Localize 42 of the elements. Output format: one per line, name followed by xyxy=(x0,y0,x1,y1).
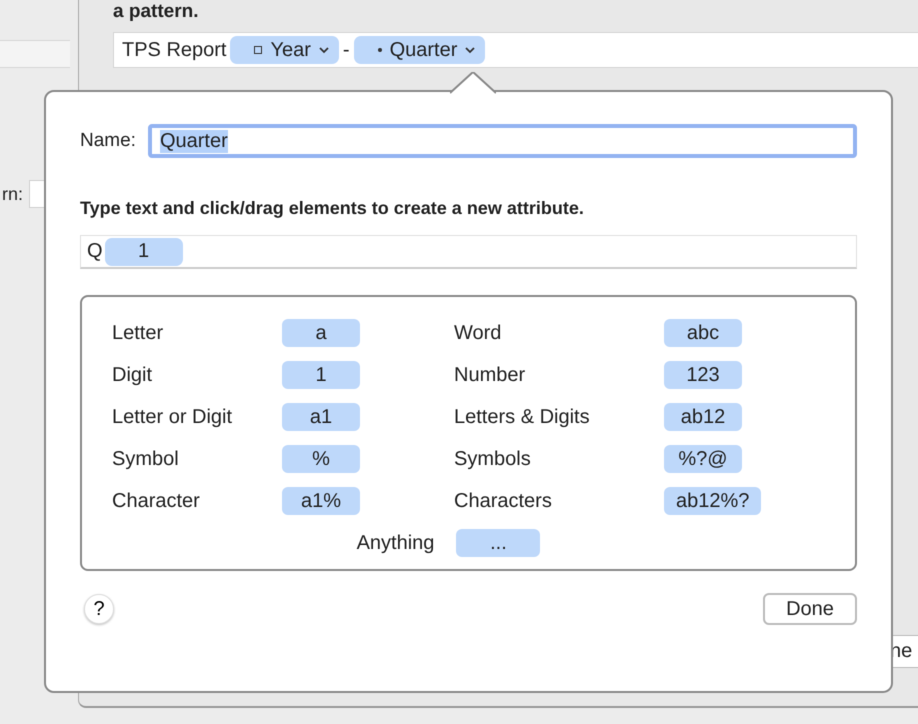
name-value: Quarter xyxy=(160,130,228,152)
element-label: Symbols xyxy=(454,448,532,470)
element-label: Digit xyxy=(112,364,154,386)
name-field[interactable]: Quarter xyxy=(148,124,857,158)
name-label: Name: xyxy=(80,130,136,152)
square-icon xyxy=(254,46,262,54)
element-label: Symbol xyxy=(112,448,180,470)
element-token[interactable]: a1 xyxy=(282,403,360,431)
token-dropdown[interactable]: Year xyxy=(230,36,339,64)
element-label: Letters & Digits xyxy=(454,406,591,428)
instruction-text: Type text and click/drag elements to create a new attribute. xyxy=(80,198,585,219)
element-label: Anything xyxy=(356,532,434,554)
element-label: Number xyxy=(454,364,526,386)
element-token[interactable]: a1% xyxy=(282,487,360,515)
element-label: Letter or Digit xyxy=(112,406,234,428)
pattern-text: - xyxy=(342,38,350,62)
heading: a pattern. xyxy=(113,2,200,22)
pattern-text: TPS Report xyxy=(122,38,226,62)
element-token[interactable]: 1 xyxy=(282,361,360,389)
element-label: Letter xyxy=(112,322,164,344)
element-token[interactable]: %?@ xyxy=(664,445,742,473)
element-label: Word xyxy=(454,322,502,344)
element-token[interactable]: 123 xyxy=(664,361,742,389)
element-token[interactable]: ab12%? xyxy=(664,487,762,515)
element-token[interactable]: abc xyxy=(664,319,742,347)
token-dropdown[interactable]: Quarter xyxy=(354,36,486,64)
element-token[interactable]: 1 xyxy=(104,238,183,266)
attribute-text: Q xyxy=(87,240,103,263)
caret-icon xyxy=(465,46,476,54)
attribute-field[interactable]: Q 1 xyxy=(80,235,857,269)
pattern-field[interactable]: TPS Report Year - Quarter xyxy=(113,32,918,68)
field-label: rn: xyxy=(2,184,24,204)
element-token[interactable]: ... xyxy=(456,529,540,557)
element-token[interactable]: ab12 xyxy=(664,403,742,431)
element-token[interactable]: a xyxy=(282,319,360,347)
element-label: Characters xyxy=(454,490,553,512)
caret-icon xyxy=(318,46,329,54)
dot-icon xyxy=(378,48,382,52)
element-token[interactable]: % xyxy=(282,445,360,473)
done-button[interactable]: Done xyxy=(763,593,857,625)
element-label: Character xyxy=(112,490,201,512)
help-button[interactable]: ? xyxy=(84,594,114,624)
